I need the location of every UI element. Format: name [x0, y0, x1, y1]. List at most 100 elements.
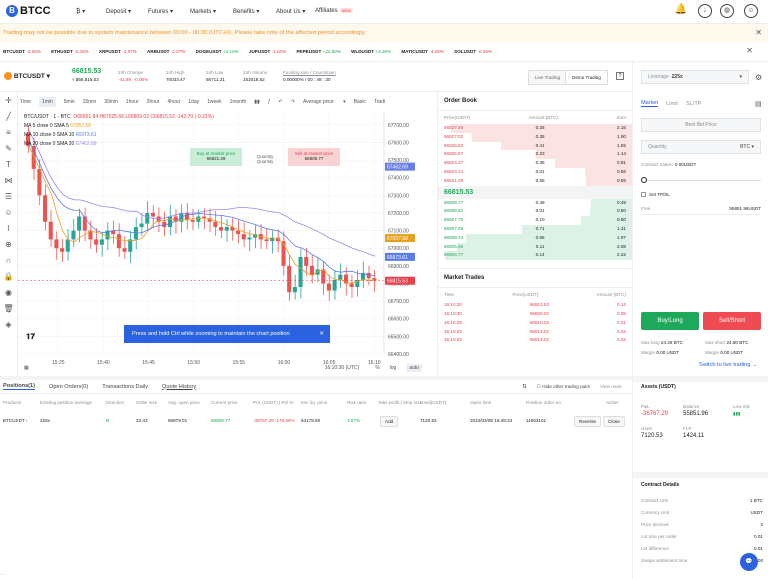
- switch-live-link[interactable]: Switch to live trading →: [699, 362, 757, 368]
- ticker-item[interactable]: SOLUSDT -0.06%: [454, 49, 492, 54]
- sltp-checkbox[interactable]: Set TP/SL: [641, 192, 670, 197]
- pct-toggle[interactable]: %: [375, 365, 379, 371]
- tf-item[interactable]: Time: [20, 99, 31, 105]
- quantity-input[interactable]: Quantity BTC ▾: [641, 140, 761, 154]
- tf-item[interactable]: 1week: [207, 99, 221, 105]
- nav-markets[interactable]: Markets ▾: [190, 8, 216, 15]
- order-book-row[interactable]: 66824.27 0.35 0.91: [438, 159, 632, 168]
- bitcoin-icon[interactable]: ₿ ▾: [76, 8, 85, 15]
- magnet-icon[interactable]: ∩: [4, 256, 14, 266]
- close-icon[interactable]: ✕: [755, 28, 762, 37]
- eye-icon[interactable]: ◉: [4, 288, 14, 298]
- ticker-item[interactable]: XRPUSDT -3.97%: [99, 49, 137, 54]
- leverage-select[interactable]: Leverage 225x ▾: [641, 70, 749, 84]
- zoom-icon[interactable]: ⊕: [4, 240, 14, 250]
- table-cell[interactable]: Add: [380, 416, 399, 427]
- buy-long-button[interactable]: Buy/Long: [641, 312, 699, 330]
- order-book-row[interactable]: 66827.02 0.35 1.90: [438, 132, 632, 142]
- calculator-icon[interactable]: ▤: [755, 100, 762, 108]
- tf-item[interactable]: 1min: [38, 97, 56, 107]
- table-row[interactable]: BTCUSDT › 225x B 23.43 66879.01 66809.77 -3676…: [0, 416, 632, 432]
- tf-item[interactable]: 30min: [104, 99, 118, 105]
- ticker-item[interactable]: MATICUSDT -4.06%: [401, 49, 444, 54]
- order-book-row[interactable]: 66804.77 0.14 2.22: [438, 251, 632, 261]
- quantity-slider[interactable]: [641, 176, 761, 184]
- tf-item[interactable]: 1month: [230, 99, 247, 105]
- tf-item[interactable]: 2hour: [147, 99, 160, 105]
- ticker-item[interactable]: WLDUSDT +3.36%: [351, 49, 391, 54]
- tab-quote-history[interactable]: Quote History: [162, 384, 196, 390]
- layers-icon[interactable]: ◈: [4, 320, 14, 330]
- hline-icon[interactable]: ≡: [4, 128, 14, 138]
- logo[interactable]: B BTCC: [6, 5, 51, 18]
- user-icon[interactable]: ☺: [744, 4, 758, 18]
- live-trading-tab[interactable]: Live Trading: [528, 70, 568, 85]
- view-more-link[interactable]: View more: [600, 384, 622, 389]
- nav-deposit[interactable]: Deposit ▾: [106, 8, 131, 15]
- ticker-item[interactable]: ARBUSDT -2.07%: [147, 49, 185, 54]
- auto-toggle[interactable]: auto: [406, 364, 423, 372]
- nav-benefits[interactable]: Benefits ▾: [233, 8, 259, 15]
- hide-pairs-checkbox[interactable]: ☐ Hide other trading pairs: [537, 384, 590, 390]
- candle-type-icon[interactable]: ▮▮: [254, 99, 260, 105]
- order-book-row[interactable]: 66827.46 0.25 2.15: [438, 124, 632, 133]
- chat-button[interactable]: 💬: [740, 553, 758, 571]
- close-icon[interactable]: ✕: [746, 46, 753, 55]
- order-book-row[interactable]: 66805.66 0.11 2.08: [438, 242, 632, 252]
- tf-item[interactable]: 4hour: [167, 99, 180, 105]
- order-book-row[interactable]: 66809.77 0.49 0.49: [438, 198, 632, 208]
- tab-transactions[interactable]: Transactions Daily: [102, 384, 148, 390]
- nav-affiliates[interactable]: Affiliates NEW: [315, 8, 353, 14]
- tf-item[interactable]: 15min: [83, 99, 97, 105]
- trendline-icon[interactable]: ╱: [4, 112, 14, 122]
- order-book-row[interactable]: 66808.82 0.01 0.50: [438, 207, 632, 217]
- order-book-row[interactable]: 66806.74 0.66 1.97: [438, 233, 632, 243]
- ticker-item[interactable]: JUPUSDT -1.62%: [249, 49, 286, 54]
- close-icon[interactable]: ✕: [319, 325, 324, 343]
- tab-open-orders[interactable]: Open Orders(0): [49, 384, 88, 390]
- quick-buy-button[interactable]: Buy at market price 66821.29: [190, 148, 242, 166]
- emoji-icon[interactable]: ☺: [4, 208, 14, 218]
- text-icon[interactable]: T: [4, 160, 14, 170]
- ruler-icon[interactable]: ⌇: [4, 224, 14, 234]
- best-bid-field[interactable]: Best Bid Price: [641, 118, 761, 132]
- symbol-selector[interactable]: BTCUSDT ▾: [4, 72, 50, 80]
- trash-icon[interactable]: 🗑: [4, 304, 14, 314]
- download-icon[interactable]: ↓: [698, 4, 712, 18]
- sell-short-button[interactable]: Sell/Short: [703, 312, 761, 330]
- bell-icon[interactable]: 🔔: [674, 4, 688, 18]
- stat-funding[interactable]: Funding rate / Countdown 0.00000% / 00 : …: [283, 70, 336, 82]
- ticker-item[interactable]: PEPEUSDT +22.80%: [296, 49, 340, 54]
- order-book-row[interactable]: 66807.06 0.71 1.31: [438, 224, 632, 234]
- table-cell[interactable]: Close: [603, 416, 625, 427]
- tab-positions[interactable]: Positions(1): [3, 383, 36, 390]
- pattern-icon[interactable]: ⋈: [4, 176, 14, 186]
- tab-sltp[interactable]: SL/TP: [686, 101, 702, 107]
- demo-trading-tab[interactable]: Demo Trading: [565, 70, 608, 85]
- order-book-row[interactable]: 66821.29 0.55 0.55: [438, 176, 632, 186]
- crosshair-icon[interactable]: ✛: [4, 96, 14, 106]
- ticker-item[interactable]: ETHUSDT -0.26%: [51, 49, 89, 54]
- basic-view[interactable]: Basic: [354, 99, 366, 105]
- calendar-icon[interactable]: ▦: [24, 365, 29, 371]
- tf-item[interactable]: 5min: [64, 99, 75, 105]
- tab-market[interactable]: Market: [641, 100, 659, 107]
- indicator-icon[interactable]: ƒ: [268, 99, 271, 105]
- undo-icon[interactable]: ↶: [279, 99, 283, 105]
- help-icon[interactable]: ?: [616, 72, 624, 80]
- nav-about[interactable]: About Us ▾: [276, 8, 305, 15]
- brush-icon[interactable]: ✎: [4, 144, 14, 154]
- globe-icon[interactable]: ◍: [720, 4, 734, 18]
- quick-qty[interactable]: Quantity Quantity: [242, 151, 288, 164]
- tab-limit[interactable]: Limit: [666, 101, 678, 107]
- gear-icon[interactable]: ⚙: [755, 73, 762, 82]
- ticker-item[interactable]: BTCUSDT -0.06%: [3, 49, 41, 54]
- order-book-row[interactable]: 66825.57 0.23 1.14: [438, 150, 632, 160]
- tf-item[interactable]: 1day: [188, 99, 199, 105]
- table-cell[interactable]: Reverse: [574, 416, 602, 427]
- ticker-item[interactable]: DOGEUSDT +2.10%: [196, 49, 239, 54]
- tradingview-view[interactable]: Tradi: [374, 99, 385, 105]
- order-book-row[interactable]: 66807.70 0.10 0.60: [438, 216, 632, 225]
- order-book-row[interactable]: 66823.14 0.01 0.56: [438, 167, 632, 177]
- nav-futures[interactable]: Futures ▾: [148, 8, 173, 15]
